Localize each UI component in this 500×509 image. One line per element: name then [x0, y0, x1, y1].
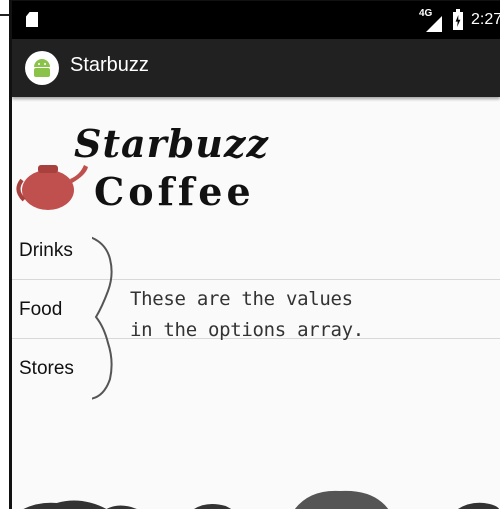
list-item-drinks[interactable]: Drinks: [12, 221, 500, 280]
phone-screen: 4G 2:27 Starbuzz Starbuzz Coffee Drinks …: [9, 0, 500, 509]
annotation-line-2: in the options array.: [130, 319, 364, 341]
logo-line-2: Coffee: [94, 169, 255, 214]
android-icon[interactable]: [25, 51, 59, 85]
app-bar: Starbuzz: [12, 39, 500, 97]
annotation-text: These are the values in the options arra…: [130, 284, 410, 346]
teapot-icon: [16, 165, 88, 210]
app-title: Starbuzz: [70, 54, 149, 76]
status-time: 2:27: [471, 11, 500, 28]
status-bar: 4G 2:27: [12, 1, 500, 39]
annotation-line-1: These are the values: [130, 288, 353, 310]
starbuzz-logo: Starbuzz Coffee: [16, 121, 269, 214]
logo-line-1: Starbuzz: [74, 121, 269, 166]
sd-card-icon: [26, 12, 38, 27]
bottom-decoration: [23, 490, 500, 509]
list-item-stores[interactable]: Stores: [12, 339, 500, 398]
battery-charging-icon: [453, 9, 463, 30]
signal-icon: [426, 16, 442, 32]
